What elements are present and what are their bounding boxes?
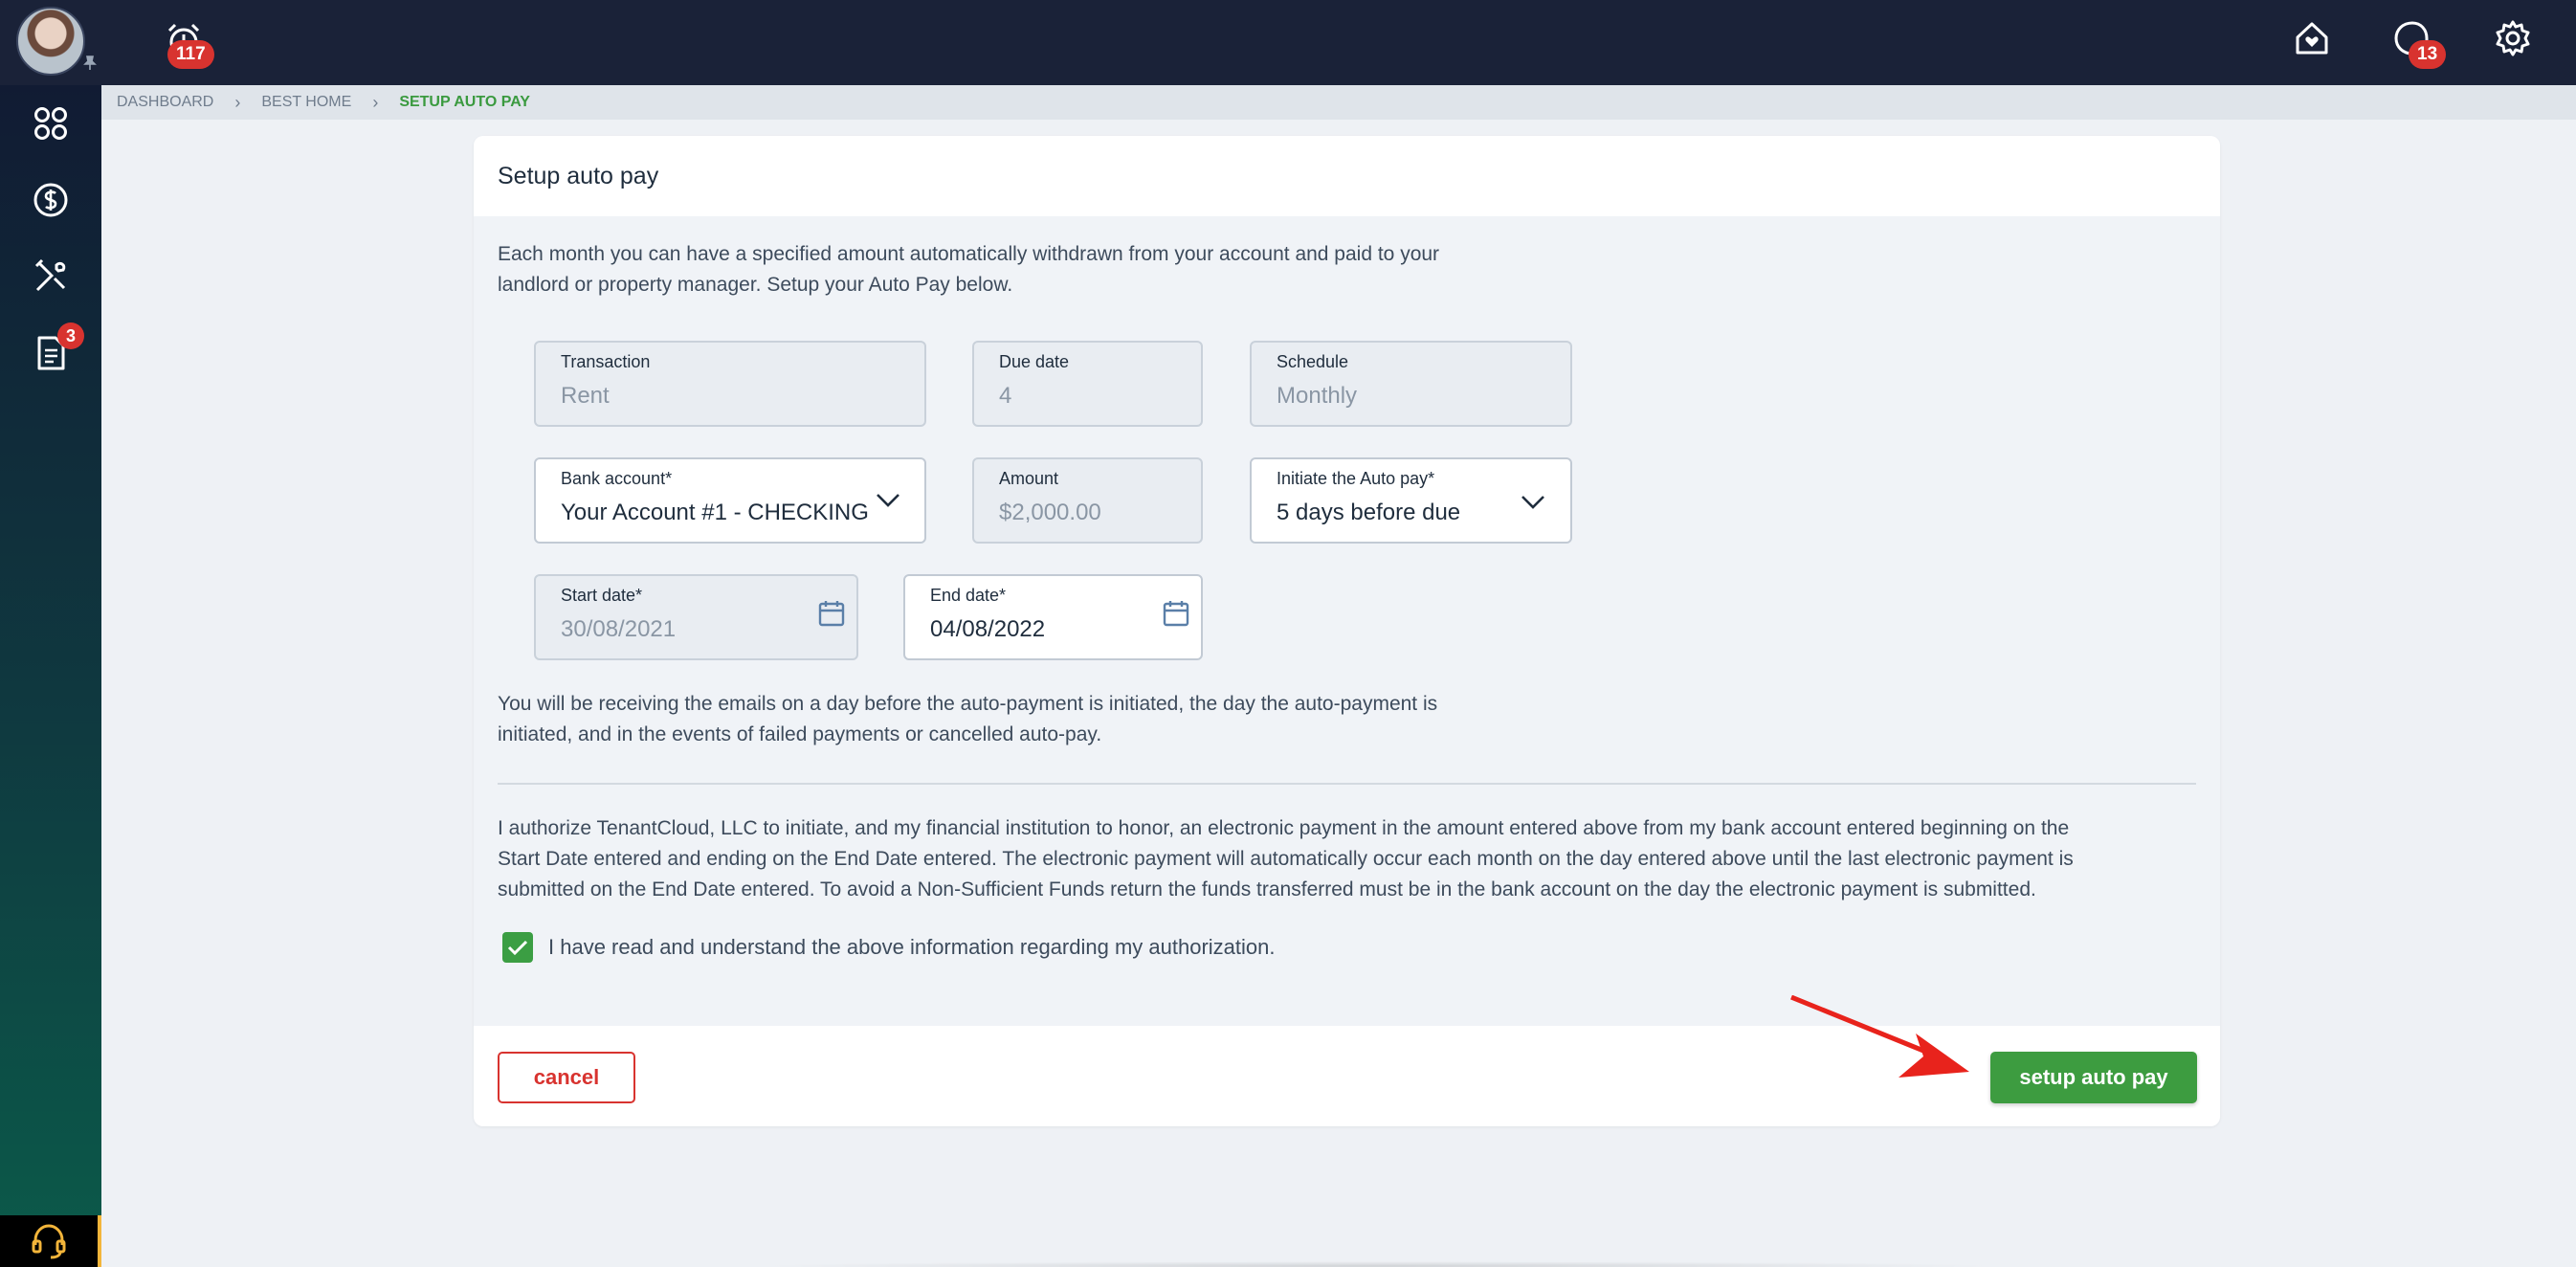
chevron-down-icon	[1521, 496, 1544, 509]
intro-line: Each month you can have a specified amou…	[498, 243, 1440, 265]
alarm-badge: 117	[167, 40, 214, 69]
field-value: 5 days before due	[1277, 500, 1461, 525]
chevron-down-icon	[877, 494, 899, 507]
intro-line: landlord or property manager. Setup your…	[498, 274, 1013, 296]
calendar-icon[interactable]	[817, 599, 846, 628]
auth-line: Start Date entered and ending on the End…	[498, 848, 2074, 870]
notice-line: You will be receiving the emails on a da…	[498, 693, 1438, 715]
sidebar-item-payments[interactable]	[0, 162, 101, 238]
home-heart-icon[interactable]	[2293, 19, 2331, 57]
authorization-checkbox[interactable]	[502, 932, 533, 963]
emails-notice: You will be receiving the emails on a da…	[498, 689, 1437, 750]
notice-line: initiated, and in the events of failed p…	[498, 723, 1102, 745]
field-value: $2,000.00	[999, 500, 1101, 525]
field-label: Start date*	[561, 586, 643, 605]
annotation-arrow-icon	[1790, 995, 1969, 1078]
top-bar: 117 13	[0, 0, 2576, 85]
dollar-circle-icon	[33, 183, 68, 217]
field-label: Bank account*	[561, 469, 673, 488]
apps-grid-icon	[34, 107, 67, 140]
field-value: 30/08/2021	[561, 616, 677, 642]
card-title: Setup auto pay	[474, 136, 2220, 216]
chevron-right-icon: ›	[372, 92, 379, 112]
avatar[interactable]	[16, 7, 85, 76]
field-label: Initiate the Auto pay*	[1277, 469, 1435, 488]
auth-line: I authorize TenantCloud, LLC to initiate…	[498, 817, 2070, 839]
documents-badge: 3	[57, 322, 84, 349]
field-value: Rent	[561, 383, 610, 409]
pin-icon	[83, 56, 97, 70]
transaction-field: Transaction Rent	[534, 341, 926, 427]
field-value: 4	[999, 383, 1012, 409]
intro-text: Each month you can have a specified amou…	[498, 239, 1439, 300]
breadcrumb: DASHBOARD › BEST HOME › SETUP AUTO PAY	[101, 85, 2576, 120]
checkbox-label: I have read and understand the above inf…	[548, 935, 1276, 959]
field-label: End date*	[930, 586, 1007, 605]
field-label: Amount	[999, 469, 1059, 488]
cancel-button[interactable]: cancel	[498, 1052, 635, 1103]
tools-icon	[34, 258, 66, 292]
setup-auto-pay-button[interactable]: setup auto pay	[1990, 1052, 2197, 1103]
breadcrumb-best-home[interactable]: BEST HOME	[261, 94, 351, 111]
support-button[interactable]	[0, 1215, 101, 1267]
initiate-autopay-select[interactable]: Initiate the Auto pay* 5 days before due	[1250, 457, 1572, 544]
due-date-field: Due date 4	[972, 341, 1203, 427]
auth-line: submitted on the End Date entered. To av…	[498, 878, 2036, 900]
chevron-right-icon: ›	[234, 92, 241, 112]
bottom-shadow	[756, 1261, 2000, 1267]
field-value: 04/08/2022	[930, 616, 1046, 642]
field-value: Your Account #1 - CHECKING	[561, 500, 869, 525]
breadcrumb-current: SETUP AUTO PAY	[399, 94, 530, 110]
gear-icon[interactable]	[2494, 19, 2532, 57]
sidebar-item-dashboard[interactable]	[0, 85, 101, 162]
bank-account-select[interactable]: Bank account* Your Account #1 - CHECKING	[534, 457, 926, 544]
breadcrumb-dashboard[interactable]: DASHBOARD	[117, 94, 213, 111]
messages-badge: 13	[2409, 40, 2447, 69]
start-date-field[interactable]: Start date* 30/08/2021	[534, 574, 858, 660]
end-date-field[interactable]: End date* 04/08/2022	[903, 574, 1203, 660]
sidebar-item-documents[interactable]: 3	[0, 315, 101, 391]
field-label: Transaction	[561, 352, 651, 371]
schedule-field: Schedule Monthly	[1250, 341, 1572, 427]
setup-auto-pay-card: Setup auto pay Each month you can have a…	[474, 136, 2220, 1126]
field-label: Schedule	[1277, 352, 1349, 371]
calendar-icon[interactable]	[1162, 599, 1190, 628]
authorization-checkbox-row: I have read and understand the above inf…	[502, 932, 1275, 963]
checkmark-icon	[507, 940, 528, 956]
sidebar-item-maintenance[interactable]	[0, 238, 101, 315]
field-label: Due date	[999, 352, 1070, 371]
field-value: Monthly	[1277, 383, 1358, 409]
sidebar: 3	[0, 85, 101, 1267]
headset-icon	[32, 1224, 66, 1259]
divider	[498, 783, 2196, 785]
amount-field: Amount $2,000.00	[972, 457, 1203, 544]
authorization-text: I authorize TenantCloud, LLC to initiate…	[498, 813, 2074, 905]
